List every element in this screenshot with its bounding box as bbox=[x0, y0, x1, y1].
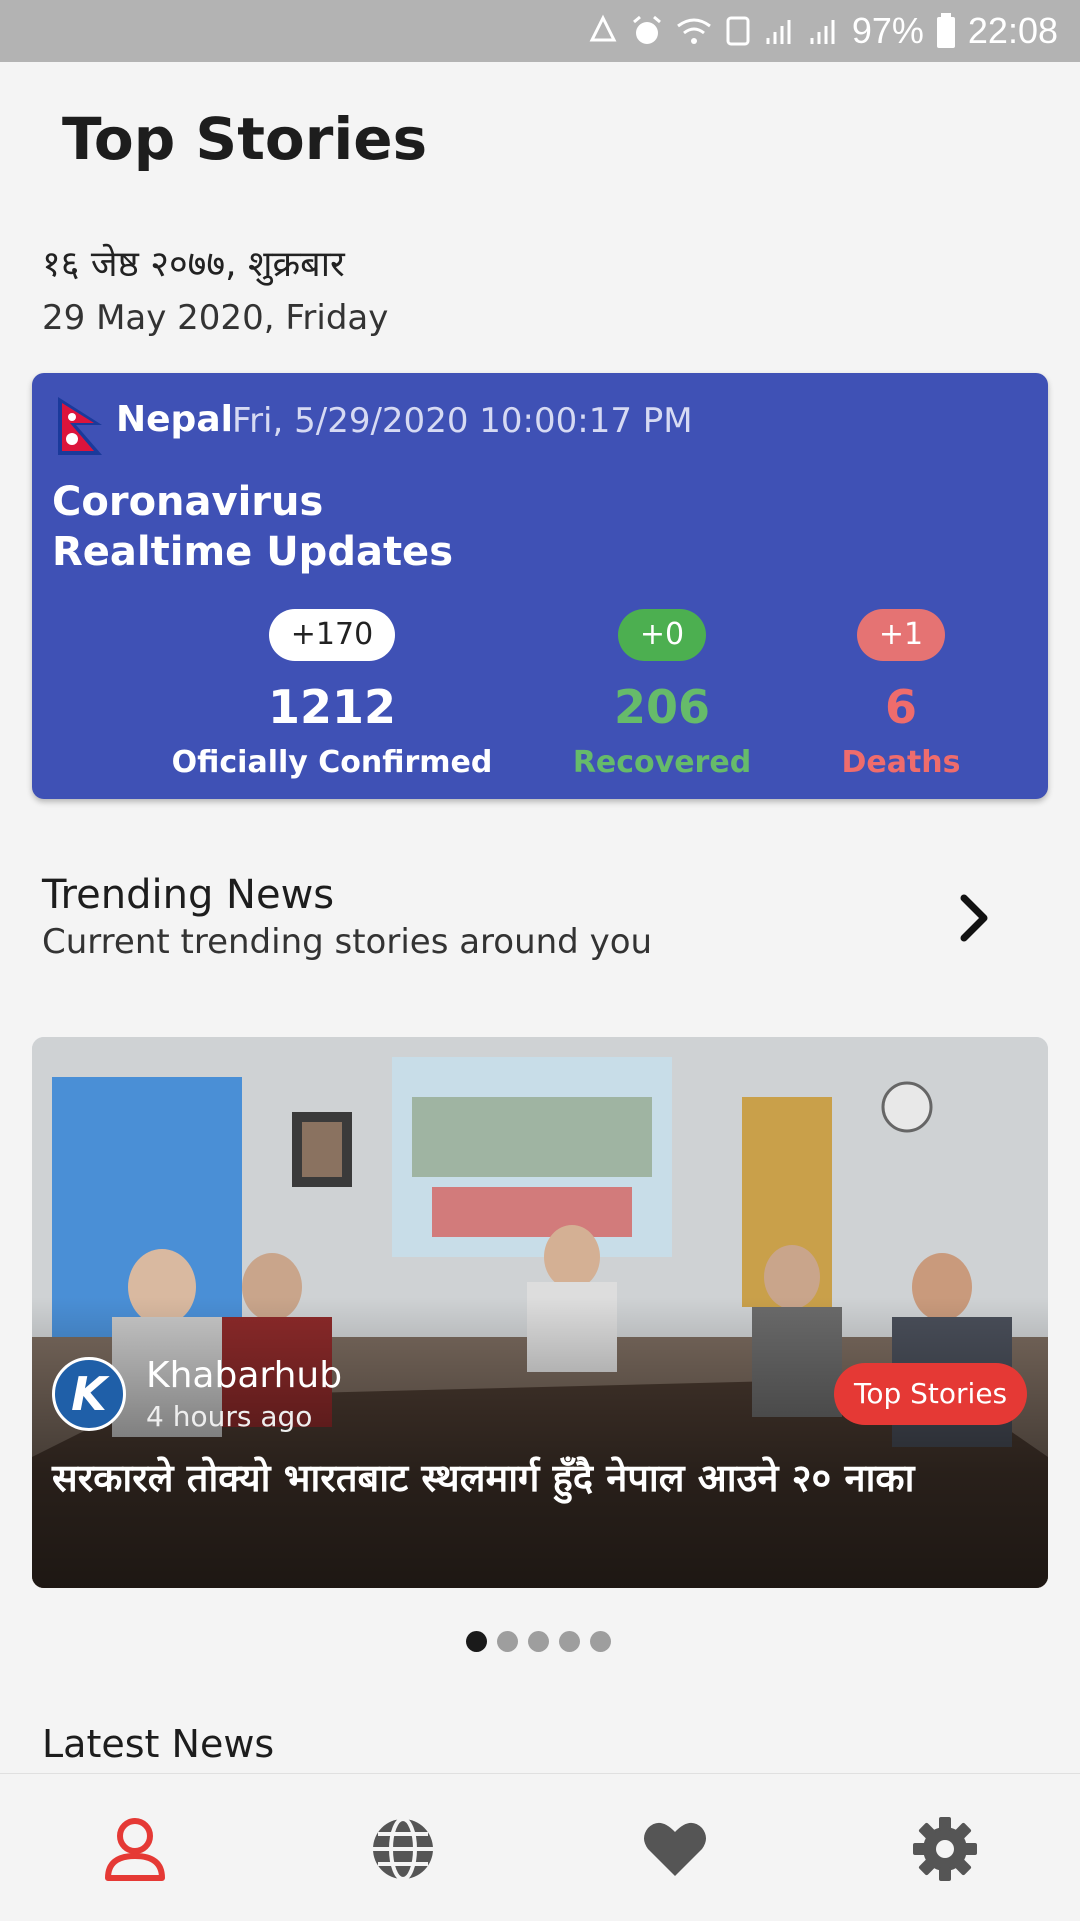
page-title: Top Stories bbox=[62, 105, 428, 173]
date-english: 29 May 2020, Friday bbox=[42, 298, 389, 338]
signal-icon bbox=[766, 20, 791, 44]
featured-news-card[interactable]: K Khabarhub 4 hours ago Top Stories सरका… bbox=[32, 1037, 1048, 1588]
category-badge[interactable]: Top Stories bbox=[834, 1363, 1028, 1425]
country-name: Nepal bbox=[116, 399, 233, 440]
status-icons bbox=[586, 14, 840, 48]
covid-updates-card[interactable]: Nepal Fri, 5/29/2020 10:00:17 PM Coronav… bbox=[32, 373, 1048, 799]
deaths-delta-badge: +1 bbox=[856, 609, 946, 661]
globe-icon[interactable] bbox=[368, 1814, 438, 1884]
updated-timestamp: Fri, 5/29/2020 10:00:17 PM bbox=[232, 401, 693, 441]
nepal-flag-icon bbox=[58, 397, 102, 455]
news-time-ago: 4 hours ago bbox=[146, 1400, 313, 1433]
trending-title: Trending News bbox=[42, 872, 335, 918]
battery-icon bbox=[936, 13, 955, 48]
carousel-dot[interactable] bbox=[590, 1631, 611, 1652]
carousel-dot[interactable] bbox=[559, 1631, 580, 1652]
carousel-indicator bbox=[466, 1631, 611, 1652]
chevron-right-icon[interactable] bbox=[950, 888, 1000, 948]
confirmed-delta-badge: +170 bbox=[268, 609, 396, 661]
signal-icon-2 bbox=[810, 20, 835, 44]
confirmed-count: 1212 bbox=[267, 680, 397, 734]
status-bar: 97% 22:08 bbox=[0, 0, 1080, 62]
date-nepali: १६ जेष्ठ २०७७, शुक्रबार bbox=[42, 244, 345, 285]
source-logo: K bbox=[52, 1357, 126, 1431]
news-headline[interactable]: सरकारले तोक्यो भारतबाट स्थलमार्ग हुँदै न… bbox=[52, 1451, 1012, 1505]
bottom-navigation bbox=[0, 1773, 1080, 1921]
gear-icon[interactable] bbox=[910, 1814, 980, 1884]
alarm-icon bbox=[632, 15, 661, 44]
battery-level: 97% bbox=[851, 10, 924, 51]
confirmed-label: Oficially Confirmed bbox=[171, 745, 493, 780]
stat-confirmed: +170 1212 Oficially Confirmed bbox=[162, 609, 502, 780]
clock: 22:08 bbox=[967, 10, 1058, 51]
heart-icon[interactable] bbox=[640, 1814, 710, 1884]
wifi-icon bbox=[676, 18, 711, 44]
news-source-name: Khabarhub bbox=[146, 1355, 343, 1396]
trending-subtitle: Current trending stories around you bbox=[42, 922, 653, 962]
deaths-label: Deaths bbox=[841, 745, 961, 780]
profile-icon[interactable] bbox=[100, 1814, 170, 1884]
image-gradient-overlay bbox=[32, 1297, 1048, 1588]
stat-deaths: +1 6 Deaths bbox=[731, 609, 1071, 780]
deaths-count: 6 bbox=[884, 680, 917, 734]
carousel-dot[interactable] bbox=[466, 1631, 487, 1652]
recycle-icon bbox=[589, 14, 617, 42]
carousel-dot[interactable] bbox=[528, 1631, 549, 1652]
sim-icon bbox=[726, 16, 750, 46]
covid-title-line1: Coronavirus bbox=[52, 479, 324, 525]
latest-news-title: Latest News bbox=[42, 1722, 275, 1766]
carousel-dot[interactable] bbox=[497, 1631, 518, 1652]
recovered-delta-badge: +0 bbox=[617, 609, 707, 661]
covid-title-line2: Realtime Updates bbox=[52, 529, 453, 575]
covid-title: Coronavirus Realtime Updates bbox=[52, 477, 453, 577]
